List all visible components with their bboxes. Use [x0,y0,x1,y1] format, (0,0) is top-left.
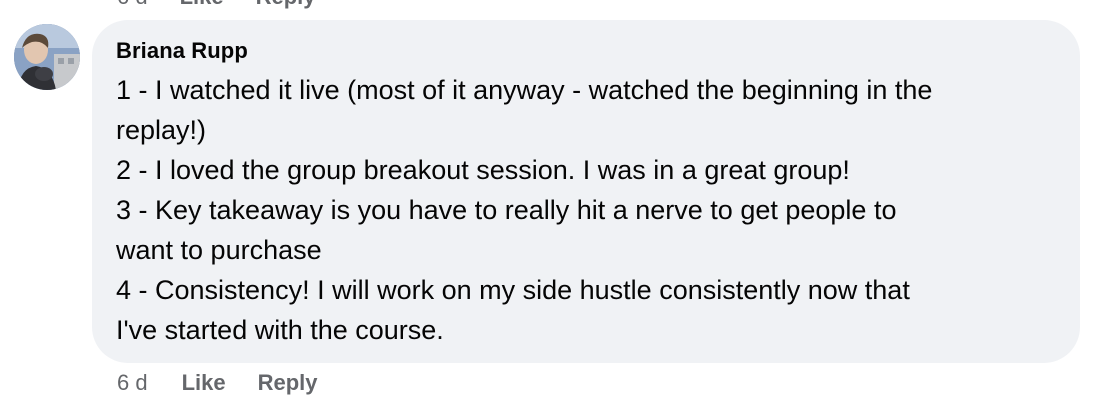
previous-like-button[interactable]: Like [180,0,224,8]
comment-line: 4 - Consistency! I will work on my side … [116,275,910,305]
avatar[interactable] [14,24,80,90]
previous-comment-timestamp[interactable]: 6 d [117,0,148,8]
comment-line: 2 - I loved the group breakout session. … [116,155,850,185]
like-button[interactable]: Like [182,370,226,396]
comment-line: 3 - Key takeaway is you have to really h… [116,195,897,225]
comment-line: I've started with the course. [116,315,444,345]
comment-author-name[interactable]: Briana Rupp [116,38,248,64]
comment-line: replay!) [116,115,207,145]
previous-reply-button[interactable]: Reply [256,0,316,8]
comment-line: want to purchase [116,235,322,265]
comment-actions: 6 d Like Reply [117,370,350,396]
comment-line: 1 - I watched it live (most of it anyway… [116,75,933,105]
comment-timestamp[interactable]: 6 d [117,370,148,396]
comment-text: 1 - I watched it live (most of it anyway… [116,70,1066,350]
user-avatar-photo-icon [14,24,80,90]
reply-button[interactable]: Reply [258,370,318,396]
comment-thread: 6 d Like Reply Briana Rupp 1 - I watched… [0,0,1120,400]
previous-comment-actions: 6 d Like Reply [117,0,316,8]
comment-bubble: Briana Rupp 1 - I watched it live (most … [92,20,1080,363]
